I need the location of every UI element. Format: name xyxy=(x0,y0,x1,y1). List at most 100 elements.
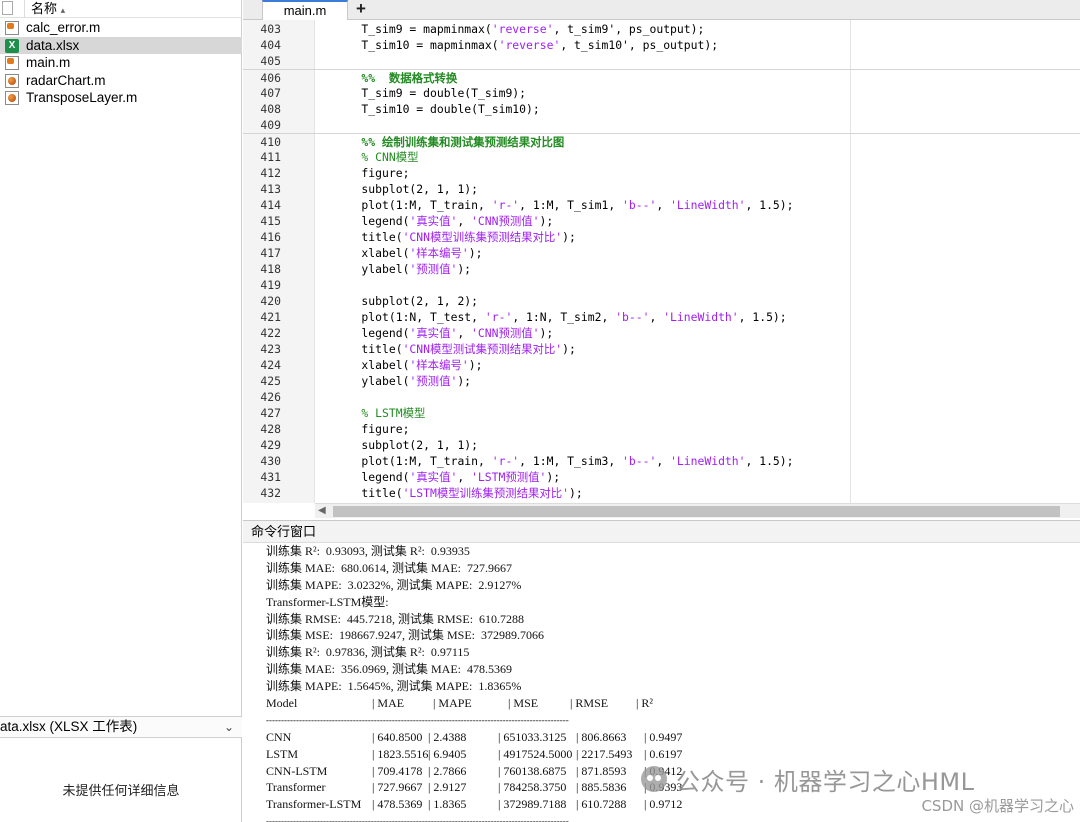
output-line: 训练集 MAPE: 3.0232%, 测试集 MAPE: 2.9127% xyxy=(266,577,522,592)
code-line[interactable]: 404 T_sim10 = mapminmax('reverse', t_sim… xyxy=(243,37,1080,53)
select-all-checkbox[interactable] xyxy=(2,1,13,15)
line-number: 413 xyxy=(260,182,281,196)
table-cell: | 784258.3750 xyxy=(498,780,567,795)
code-token: , t_sim10', ps_output); xyxy=(560,38,719,52)
file-list-header: 名称 ▴ xyxy=(0,0,242,18)
output-line: Transformer-LSTM模型: xyxy=(266,594,389,609)
code-line[interactable]: 429 subplot(2, 1, 1); xyxy=(243,437,1080,453)
line-number: 427 xyxy=(260,406,281,420)
table-cell: | 4917524.5000 xyxy=(498,746,573,761)
code-token: , xyxy=(656,454,671,468)
string-literal: 'CNN模型测试集预测结果对比' xyxy=(402,342,563,356)
code-line[interactable]: 409 xyxy=(243,117,1080,133)
file-item[interactable]: calc_error.m xyxy=(0,19,242,37)
code-line[interactable]: 417 xlabel('样本编号'); xyxy=(243,245,1080,261)
code-text: title('CNN模型测试集预测结果对比'); xyxy=(334,341,575,357)
file-name: TransposeLayer.m xyxy=(26,90,138,105)
code-token: xlabel( xyxy=(334,246,410,260)
code-text: ylabel('预测值'); xyxy=(334,373,471,389)
editor-tab-bar: main.m + xyxy=(243,0,1080,20)
string-literal: 'CNN模型训练集预测结果对比' xyxy=(402,230,563,244)
code-text: plot(1:M, T_train, 'r-', 1:M, T_sim1, 'b… xyxy=(334,197,793,213)
line-number: 426 xyxy=(260,390,281,404)
file-item[interactable]: main.m xyxy=(0,54,242,72)
string-literal: '真实值' xyxy=(409,470,458,484)
scrollbar-thumb[interactable] xyxy=(333,506,1060,517)
code-token: T_sim10 = mapminmax( xyxy=(334,38,499,52)
line-number: 423 xyxy=(260,342,281,356)
string-literal: 'r-' xyxy=(491,454,520,468)
line-number: 419 xyxy=(260,278,281,292)
code-token: ); xyxy=(539,326,554,340)
code-line[interactable]: 432 title('LSTM模型训练集预测结果对比'); xyxy=(243,485,1080,501)
table-cell: | 478.5369 xyxy=(372,797,423,812)
code-line[interactable]: 403 T_sim9 = mapminmax('reverse', t_sim9… xyxy=(243,21,1080,37)
code-line[interactable]: 426 xyxy=(243,389,1080,405)
line-number: 429 xyxy=(260,438,281,452)
table-divider: ----------------------------------------… xyxy=(266,816,569,822)
code-line[interactable]: 412 figure; xyxy=(243,165,1080,181)
sort-ascending-icon: ▴ xyxy=(60,5,66,15)
code-line[interactable]: 424 xlabel('样本编号'); xyxy=(243,357,1080,373)
code-line[interactable]: 413 subplot(2, 1, 1); xyxy=(243,181,1080,197)
line-number: 428 xyxy=(260,422,281,436)
table-cell: Transformer-LSTM xyxy=(266,797,362,812)
scroll-left-icon[interactable]: ◀ xyxy=(318,505,326,516)
code-text: xlabel('样本编号'); xyxy=(334,245,482,261)
table-row: CNN | 640.8500 | 2.4388 | 651033.3125 | 806.… xyxy=(266,729,1066,746)
line-number: 415 xyxy=(260,214,281,228)
code-line[interactable]: 421 plot(1:N, T_test, 'r-', 1:N, T_sim2,… xyxy=(243,309,1080,325)
code-line[interactable]: 423 title('CNN模型测试集预测结果对比'); xyxy=(243,341,1080,357)
code-line[interactable]: 428 figure; xyxy=(243,421,1080,437)
code-token: ); xyxy=(539,214,554,228)
m-file-icon xyxy=(5,56,19,70)
code-line[interactable]: 422 legend('真实值', 'CNN预测值'); xyxy=(243,325,1080,341)
code-text: T_sim10 = double(T_sim10); xyxy=(334,101,539,117)
code-line[interactable]: 406 %% 数据格式转换 xyxy=(243,69,1080,85)
string-literal: 'LSTM预测值' xyxy=(471,470,547,484)
add-tab-icon[interactable]: + xyxy=(350,0,372,20)
code-line[interactable]: 418 ylabel('预测值'); xyxy=(243,261,1080,277)
cell-title: %% 数据格式转换 xyxy=(334,71,458,85)
code-line[interactable]: 414 plot(1:M, T_train, 'r-', 1:M, T_sim1… xyxy=(243,197,1080,213)
code-line[interactable]: 411 % CNN模型 xyxy=(243,149,1080,165)
code-line[interactable]: 415 legend('真实值', 'CNN预测值'); xyxy=(243,213,1080,229)
line-number: 403 xyxy=(260,22,281,36)
code-text: title('LSTM模型训练集预测结果对比'); xyxy=(334,485,582,501)
file-name: calc_error.m xyxy=(26,20,101,35)
horizontal-scrollbar[interactable]: ◀ xyxy=(315,503,1080,518)
comment: % LSTM模型 xyxy=(334,406,426,420)
code-line[interactable]: 405 xyxy=(243,53,1080,69)
code-line[interactable]: 431 legend('真实值', 'LSTM预测值'); xyxy=(243,469,1080,485)
code-token: T_sim9 = mapminmax( xyxy=(334,22,492,36)
code-area[interactable]: 403 T_sim9 = mapminmax('reverse', t_sim9… xyxy=(243,21,1080,503)
chevron-down-icon[interactable]: ⌄ xyxy=(224,717,234,737)
editor-panel: main.m + 403 T_sim9 = mapminmax('reverse… xyxy=(243,0,1080,520)
code-line[interactable]: 407 T_sim9 = double(T_sim9); xyxy=(243,85,1080,101)
file-item[interactable]: TransposeLayer.m xyxy=(0,89,242,107)
code-line[interactable]: 416 title('CNN模型训练集预测结果对比'); xyxy=(243,229,1080,245)
string-literal: '预测值' xyxy=(409,262,458,276)
code-line[interactable]: 419 xyxy=(243,277,1080,293)
code-token: xlabel( xyxy=(334,358,410,372)
line-number: 421 xyxy=(260,310,281,324)
code-line[interactable]: 430 plot(1:M, T_train, 'r-', 1:M, T_sim3… xyxy=(243,453,1080,469)
code-line[interactable]: 425 ylabel('预测值'); xyxy=(243,373,1080,389)
tab-main-m[interactable]: main.m xyxy=(262,0,348,20)
code-line[interactable]: 427 % LSTM模型 xyxy=(243,405,1080,421)
code-line[interactable]: 410 %% 绘制训练集和测试集预测结果对比图 xyxy=(243,133,1080,149)
code-line[interactable]: 420 subplot(2, 1, 2); xyxy=(243,293,1080,309)
code-line[interactable]: 408 T_sim10 = double(T_sim10); xyxy=(243,101,1080,117)
file-item[interactable]: Xdata.xlsx xyxy=(0,36,242,54)
table-cell: | MAPE xyxy=(433,696,472,711)
code-token: , t_sim9', ps_output); xyxy=(553,22,705,36)
string-literal: 'b--' xyxy=(622,198,657,212)
code-token: title( xyxy=(334,342,403,356)
file-item[interactable]: radarChart.m xyxy=(0,72,242,90)
table-cell: | 610.7288 xyxy=(576,797,627,812)
mlx-file-icon xyxy=(5,73,19,88)
code-token: subplot(2, 1, 1); xyxy=(334,182,479,196)
file-details-bar[interactable]: ata.xlsx (XLSX 工作表) ⌄ xyxy=(0,716,242,738)
name-column-header[interactable]: 名称 ▴ xyxy=(24,0,65,18)
table-cell: | RMSE xyxy=(570,696,609,711)
